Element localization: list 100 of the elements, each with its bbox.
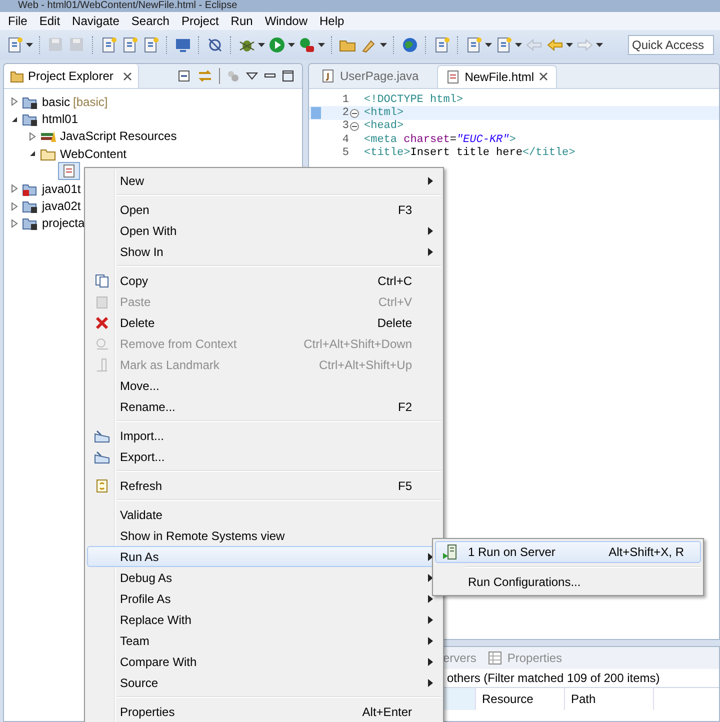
toolbar-icon[interactable] — [174, 36, 192, 54]
dropdown-arrow-icon[interactable] — [380, 43, 387, 47]
tree-item[interactable]: java01t — [42, 182, 81, 196]
menu-item[interactable]: File — [2, 14, 34, 28]
toolbar-icon[interactable] — [433, 36, 451, 54]
menu-item[interactable]: Properties Alt+Enter — [87, 701, 441, 722]
globe-icon[interactable] — [401, 36, 419, 54]
landmark-icon — [95, 358, 109, 372]
java-file-icon — [321, 69, 335, 83]
server-run-icon — [442, 544, 458, 560]
menu-item[interactable]: Help — [314, 14, 350, 28]
code-line: <title>Insert title here</title> — [363, 147, 576, 160]
dropdown-arrow-icon[interactable] — [515, 43, 522, 47]
menu-item[interactable]: Move... — [87, 375, 441, 396]
menu-item[interactable]: Validate — [87, 504, 441, 525]
dropdown-arrow-icon[interactable] — [26, 43, 33, 47]
copy-icon — [95, 274, 109, 288]
menu-item[interactable]: Run — [224, 14, 259, 28]
dropdown-arrow-icon[interactable] — [485, 43, 492, 47]
view-tab[interactable]: Project Explorer — [4, 64, 140, 88]
editor-tab[interactable]: UserPage.java — [313, 65, 427, 87]
expand-arrow-icon[interactable] — [10, 97, 19, 106]
tree-item[interactable]: JavaScript Resources — [60, 129, 177, 144]
toolbar-icon[interactable] — [100, 36, 118, 54]
line-number: 2 — [341, 107, 349, 120]
tree-item[interactable]: basic — [42, 94, 70, 109]
toolbar-icon[interactable] — [465, 36, 483, 54]
tree-item[interactable] — [58, 162, 80, 180]
menu-item[interactable]: Project — [175, 14, 225, 28]
menu-item[interactable]: Show In — [87, 241, 441, 262]
expand-arrow-icon[interactable] — [28, 132, 37, 141]
run-icon[interactable] — [268, 36, 286, 54]
code-line: <meta charset="EUC-KR"> — [363, 134, 516, 146]
tree-item[interactable]: projecta — [42, 216, 85, 230]
close-icon[interactable] — [123, 72, 132, 80]
menu-item[interactable]: 1 Run on Server Alt+Shift+X, R — [435, 541, 701, 563]
menu-item[interactable]: Window — [258, 14, 314, 28]
quick-access-field[interactable]: Quick Access — [628, 35, 714, 55]
collapse-arrow-icon[interactable] — [10, 114, 19, 124]
marker-icon — [311, 107, 321, 120]
fold-icon[interactable] — [350, 108, 359, 118]
expand-arrow-icon[interactable] — [10, 184, 19, 194]
menu-item[interactable]: Copy Ctrl+C — [87, 270, 441, 291]
html-file-icon — [446, 70, 460, 84]
toolbar-icon[interactable] — [495, 36, 513, 54]
menu-item[interactable]: Compare With — [87, 651, 441, 672]
dropdown-arrow-icon[interactable] — [596, 43, 603, 47]
line-number: 1 — [341, 94, 349, 106]
status-text: others (Filter matched 109 of 200 items) — [446, 670, 661, 687]
tree-item-decoration: [basic] — [73, 94, 108, 109]
menu-item[interactable]: Import... — [87, 425, 441, 446]
column-header[interactable]: Resource — [476, 688, 565, 710]
menu-item[interactable]: Refresh F5 — [87, 475, 441, 496]
dropdown-arrow-icon[interactable] — [288, 43, 295, 47]
refresh-icon — [95, 478, 109, 492]
toolbar-icon[interactable] — [6, 36, 24, 54]
table-icon — [488, 651, 502, 665]
menu-item[interactable]: Source — [87, 672, 441, 693]
menu-item[interactable]: Delete Delete — [87, 312, 441, 333]
toolbar-icon[interactable] — [206, 36, 224, 54]
line-number: 3 — [341, 120, 349, 132]
close-icon[interactable] — [539, 72, 548, 81]
fold-icon[interactable] — [350, 122, 359, 131]
line-number: 4 — [341, 134, 349, 146]
toolbar-icon[interactable] — [142, 36, 160, 54]
toolbar-icon[interactable] — [298, 36, 316, 54]
clipboard-icon — [95, 294, 109, 308]
dropdown-arrow-icon[interactable] — [318, 43, 325, 47]
import-icon — [94, 428, 110, 442]
html-file-icon — [62, 164, 76, 178]
editor-tab[interactable]: NewFile.html — [436, 64, 558, 88]
menu-item[interactable]: New — [87, 170, 441, 191]
menu-item[interactable]: Export... — [87, 446, 441, 467]
toolbar-icon[interactable] — [121, 36, 139, 54]
line-number: 5 — [341, 147, 349, 160]
maximize-icon[interactable] — [282, 70, 294, 82]
tree-item[interactable]: html01 — [42, 112, 78, 126]
dropdown-arrow-icon[interactable] — [258, 43, 265, 47]
menu-item[interactable]: Search — [125, 14, 176, 28]
column-header[interactable]: Path — [565, 688, 654, 710]
code-line: <html> — [363, 107, 404, 120]
tree-item[interactable]: WebContent — [60, 146, 126, 161]
folder-icon — [10, 69, 24, 83]
tree-item[interactable]: java02t — [42, 199, 81, 214]
dropdown-arrow-icon[interactable] — [566, 43, 573, 47]
menu-item[interactable]: Team — [87, 630, 441, 651]
menu-item[interactable]: Open F3 — [87, 199, 441, 220]
export-icon — [94, 450, 110, 464]
collapse-arrow-icon[interactable] — [28, 149, 37, 158]
menu-item[interactable]: Edit — [33, 14, 66, 28]
menu-item[interactable]: Open With — [87, 220, 441, 241]
expand-arrow-icon[interactable] — [10, 202, 19, 211]
window-title: Web - html01/WebContent/NewFile.html - Eclipse — [18, 0, 238, 12]
menu-item[interactable]: Replace With — [87, 609, 441, 630]
code-line: <head> — [363, 120, 404, 132]
view-menu-icon[interactable] — [246, 71, 258, 81]
expand-arrow-icon[interactable] — [10, 218, 19, 228]
menu-item[interactable]: Rename... F2 — [87, 396, 441, 417]
collapse-all-icon[interactable] — [177, 69, 191, 83]
menu-item[interactable]: Navigate — [66, 14, 126, 28]
